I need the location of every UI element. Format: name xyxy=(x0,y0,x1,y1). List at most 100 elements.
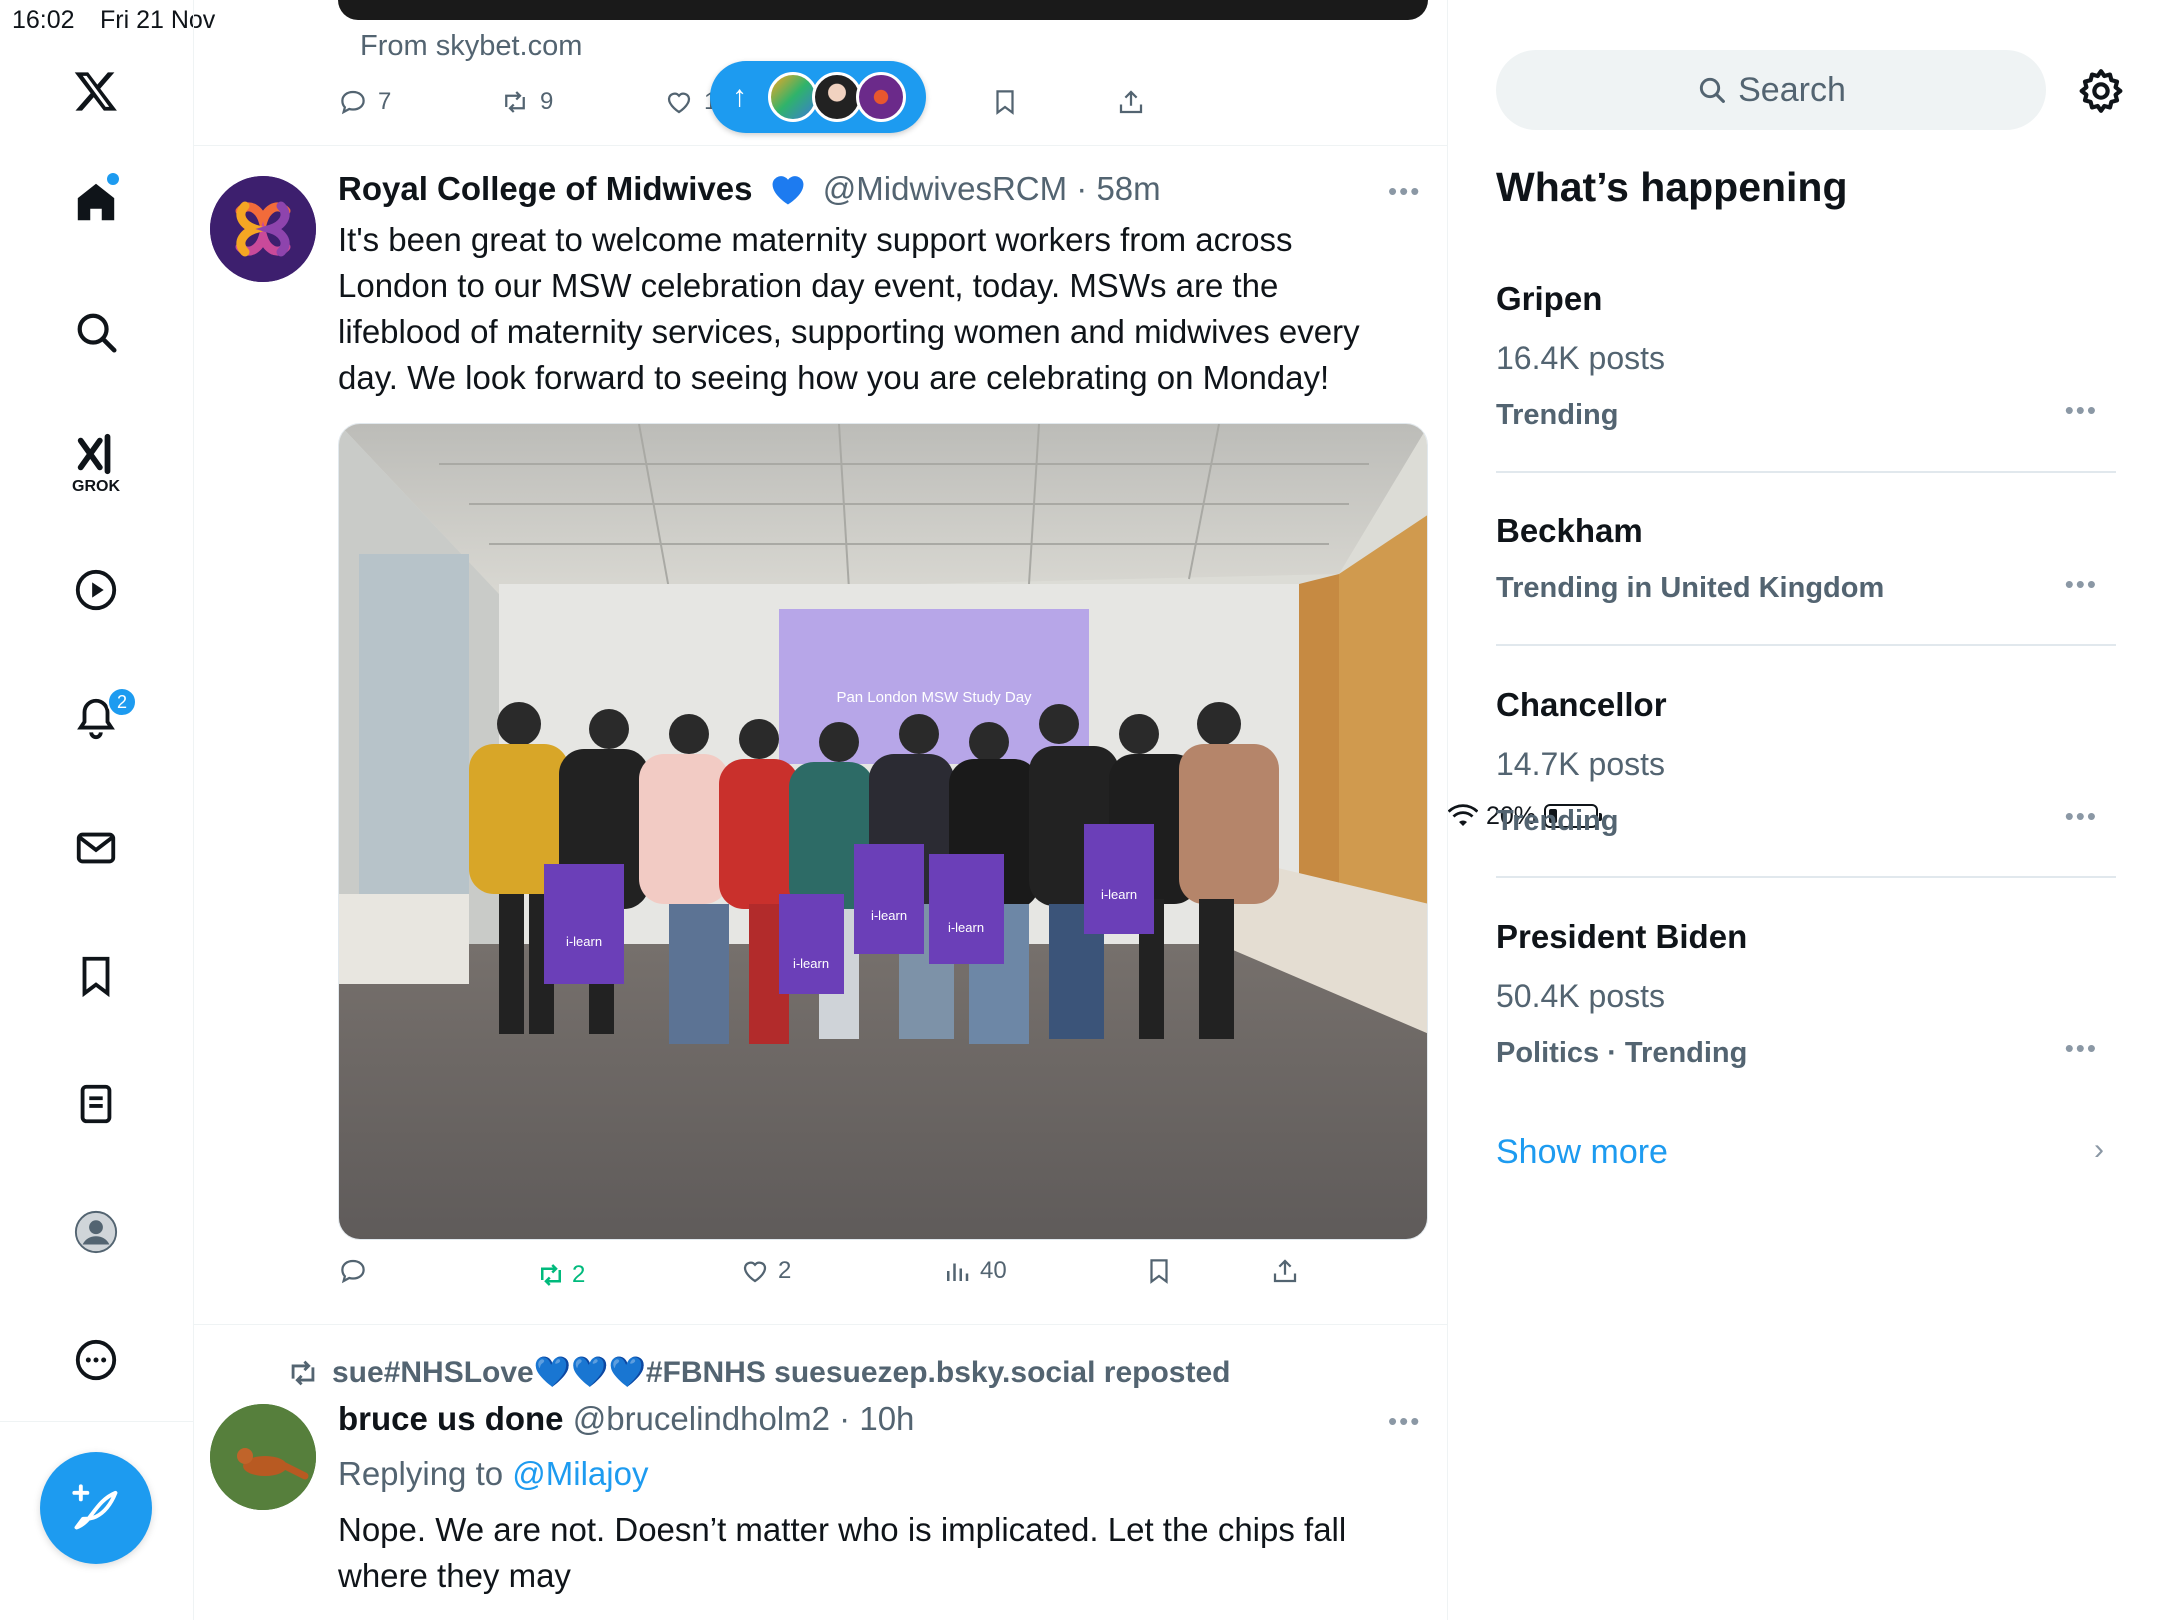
fox-photo-icon xyxy=(210,1404,316,1510)
tweet-time[interactable]: 58m xyxy=(1096,170,1160,207)
profile-avatar-icon[interactable] xyxy=(60,1196,132,1268)
show-more-link[interactable]: Show more xyxy=(1496,1133,1668,1172)
trend-name: Gripen xyxy=(1496,280,1603,317)
new-post-avatar xyxy=(768,72,818,122)
prev-tweet-card-image[interactable] xyxy=(338,0,1428,20)
repost-user-prefix: sue#NHSLove xyxy=(332,1356,534,1389)
share-button[interactable] xyxy=(1270,1256,1300,1286)
reply-icon xyxy=(341,1259,365,1284)
trend-count: 50.4K posts xyxy=(1496,978,1665,1014)
home-unread-dot xyxy=(107,173,119,185)
video-icon[interactable] xyxy=(60,554,132,626)
author-name[interactable]: Royal College of Midwives xyxy=(338,170,752,207)
tweet-photo[interactable]: Pan London MSW Study Day i-learn i-learn… xyxy=(338,423,1428,1240)
bruce-avatar[interactable] xyxy=(210,1404,316,1510)
reply-tweet-more-icon[interactable]: ••• xyxy=(1388,1406,1421,1437)
tweet-text: It's been great to welcome maternity sup… xyxy=(338,221,1360,396)
prev-reply-count: 7 xyxy=(378,88,392,115)
prev-repost-button[interactable]: 9 xyxy=(500,87,553,117)
trend-more-icon[interactable]: ••• xyxy=(2065,395,2098,426)
tweet-header: Royal College of Midwives @MidwivesRCM ·… xyxy=(338,170,1161,207)
trend-item[interactable]: President Biden 50.4K posts Politics · T… xyxy=(1496,918,2116,1069)
replying-to-handle[interactable]: @Milajoy xyxy=(512,1455,648,1492)
timeline: From skybet.com 7 9 1 ↑ xyxy=(194,0,1448,1620)
trend-item[interactable]: Chancellor 14.7K posts Trending ••• xyxy=(1496,686,2116,837)
prev-share-button[interactable] xyxy=(1116,87,1146,117)
trend-item[interactable]: Beckham Trending in United Kingdom ••• xyxy=(1496,512,2116,604)
whats-happening-title: What’s happening xyxy=(1496,164,1848,210)
trend-more-icon[interactable]: ••• xyxy=(2065,569,2098,600)
bookmarks-icon[interactable] xyxy=(60,940,132,1012)
settings-gear-icon[interactable] xyxy=(2076,66,2126,116)
group-photo-image: Pan London MSW Study Day i-learn i-learn… xyxy=(339,424,1427,1239)
home-icon[interactable] xyxy=(60,166,132,238)
reply-tweet-time[interactable]: 10h xyxy=(859,1400,914,1437)
compose-post-button[interactable] xyxy=(40,1452,152,1564)
search-input[interactable]: Search xyxy=(1496,50,2046,130)
svg-text:i-learn: i-learn xyxy=(1101,887,1137,902)
like-button[interactable]: 2 xyxy=(740,1256,791,1286)
search-icon[interactable] xyxy=(60,296,132,368)
reply-tweet-text: Nope. We are not. Doesn’t matter who is … xyxy=(338,1511,1347,1594)
replying-prefix: Replying to xyxy=(338,1455,504,1492)
rcm-logo-icon xyxy=(210,176,316,282)
tweet-more-icon[interactable]: ••• xyxy=(1388,176,1421,207)
trend-meta: Trending xyxy=(1496,805,1619,837)
photo-slide-caption: Pan London MSW Study Day xyxy=(836,689,1032,706)
trend-name: Beckham xyxy=(1496,512,1643,549)
views-count: 40 xyxy=(980,1257,1007,1284)
arrow-up-icon: ↑ xyxy=(732,80,747,113)
search-placeholder: Search xyxy=(1738,70,1846,109)
more-options-icon[interactable] xyxy=(60,1324,132,1396)
prev-tweet-source-link[interactable]: From skybet.com xyxy=(360,30,582,63)
like-count: 2 xyxy=(778,1257,792,1284)
prev-reply-button[interactable]: 7 xyxy=(338,87,391,117)
prev-bookmark-button[interactable] xyxy=(990,87,1020,117)
trend-item[interactable]: Gripen 16.4K posts Trending ••• xyxy=(1496,280,2116,431)
trend-count: 16.4K posts xyxy=(1496,340,1665,376)
author-handle[interactable]: @MidwivesRCM xyxy=(823,170,1067,207)
trend-more-icon[interactable]: ••• xyxy=(2065,1033,2098,1064)
trend-divider xyxy=(1496,876,2116,878)
repost-attribution[interactable]: sue#NHSLove💙💙💙#FBNHS suesuezep.bsky.soci… xyxy=(286,1355,1230,1390)
views-chart-icon xyxy=(947,1263,969,1281)
trend-count: 14.7K posts xyxy=(1496,746,1665,782)
compose-feather-icon xyxy=(72,1484,118,1530)
messages-envelope-icon[interactable] xyxy=(60,812,132,884)
repost-icon xyxy=(505,91,525,113)
notifications-badge: 2 xyxy=(107,687,137,717)
views-button[interactable]: 40 xyxy=(942,1256,1007,1286)
trend-meta: Politics · Trending xyxy=(1496,1037,1748,1069)
reply-author-name[interactable]: bruce us done xyxy=(338,1400,564,1437)
new-post-avatar xyxy=(812,72,862,122)
svg-text:i-learn: i-learn xyxy=(566,934,602,949)
tweet-divider xyxy=(194,1324,1447,1325)
bookmark-button[interactable] xyxy=(1144,1256,1174,1286)
blue-heart-icon xyxy=(772,176,804,205)
svg-text:i-learn: i-learn xyxy=(871,908,907,923)
x-logo-icon[interactable] xyxy=(60,55,132,127)
svg-text:i-learn: i-learn xyxy=(948,920,984,935)
blue-heart-emojis: 💙💙💙 xyxy=(533,1356,646,1389)
reply-button[interactable] xyxy=(338,1256,368,1286)
trend-name: President Biden xyxy=(1496,918,1748,955)
left-nav: GROK 2 xyxy=(0,0,194,1620)
grok-label: GROK xyxy=(72,478,120,495)
trend-more-icon[interactable]: ••• xyxy=(2065,801,2098,832)
new-post-avatar xyxy=(856,72,906,122)
trend-divider xyxy=(1496,644,2116,646)
rcm-avatar[interactable] xyxy=(210,176,316,282)
repost-button[interactable]: 2 xyxy=(536,1260,585,1290)
bookmark-icon xyxy=(1150,1259,1168,1284)
new-posts-pill[interactable]: ↑ xyxy=(710,61,926,133)
lists-icon[interactable] xyxy=(60,1068,132,1140)
replying-to-line: Replying to @Milajoy xyxy=(338,1455,648,1493)
prev-repost-count: 9 xyxy=(540,88,554,115)
heart-icon xyxy=(743,1261,767,1283)
svg-text:i-learn: i-learn xyxy=(793,956,829,971)
share-icon xyxy=(1273,1259,1297,1283)
trend-name: Chancellor xyxy=(1496,686,1667,723)
reply-author-handle[interactable]: @brucelindholm2 xyxy=(573,1400,830,1437)
right-sidebar: Search What’s happening Gripen 16.4K pos… xyxy=(1448,0,2160,1620)
share-icon xyxy=(1119,90,1143,114)
